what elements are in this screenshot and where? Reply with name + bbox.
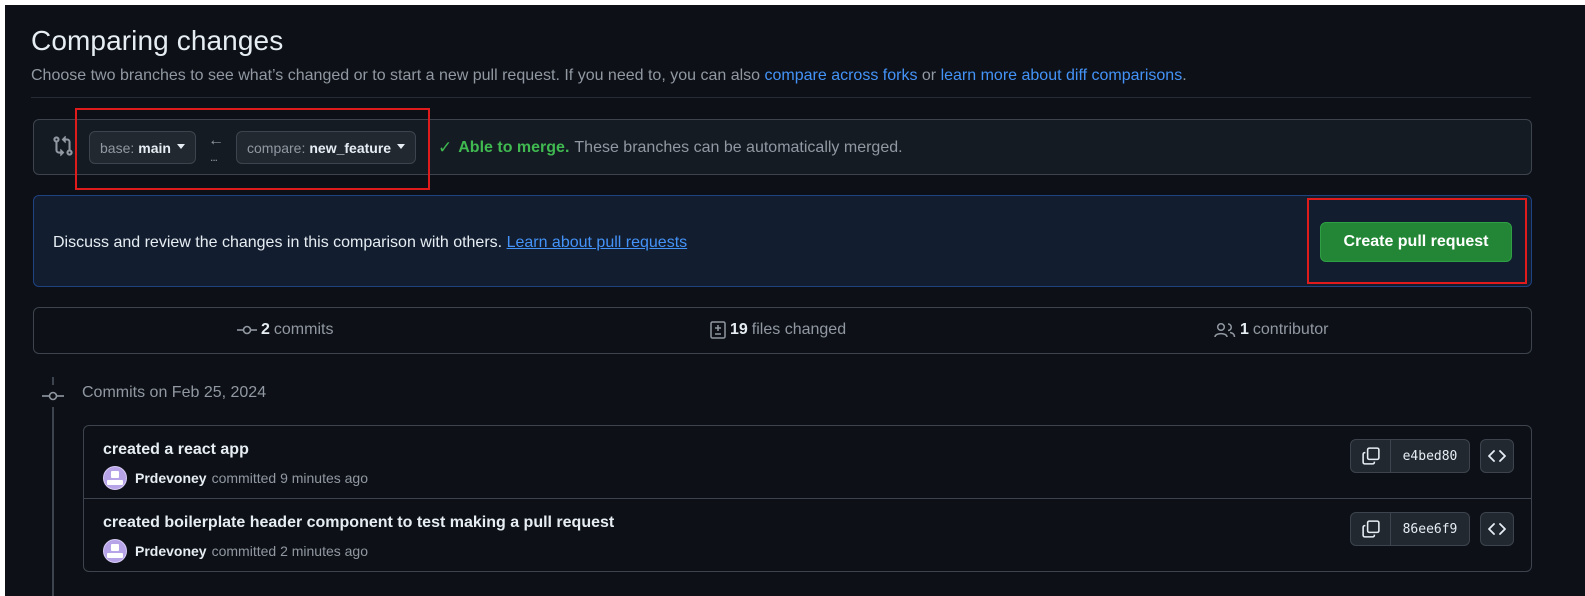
base-branch-button[interactable]: base: main [89,131,196,164]
commit-list: created a react app Prdevoney committed … [83,425,1532,572]
git-commit-icon [237,325,257,335]
copy-sha-button[interactable] [1351,440,1391,472]
copy-sha-button[interactable] [1351,513,1391,545]
diff-comparisons-link[interactable]: learn more about diff comparisons [941,67,1183,84]
commit-meta: Prdevoney committed 2 minutes ago [103,539,368,563]
sha-button-group: e4bed80 [1350,439,1470,473]
ellipsis-icon: ... [210,150,218,164]
flash-text: Discuss and review the changes in this c… [53,234,688,251]
author-link[interactable]: Prdevoney [135,470,207,486]
commit-row: created boilerplate header component to … [84,499,1531,572]
create-pull-request-button[interactable]: Create pull request [1320,222,1512,262]
commit-sha-link[interactable]: e4bed80 [1391,440,1469,472]
author-link[interactable]: Prdevoney [135,543,207,559]
commits-tab[interactable]: 2 commits [237,321,333,339]
copy-icon [1361,447,1380,465]
file-diff-icon [710,321,726,339]
code-icon [1488,523,1506,535]
contributors-tab[interactable]: 1 contributor [1214,321,1329,339]
people-icon [1214,322,1236,338]
browse-repo-button[interactable] [1480,439,1514,473]
commit-title-link[interactable]: created boilerplate header component to … [103,514,614,532]
copy-icon [1361,520,1380,538]
compare-page: Comparing changes Choose two branches to… [5,5,1585,596]
browse-repo-button[interactable] [1480,512,1514,546]
range-editor: base: main ← ... compare: new_feature ✓ … [33,119,1532,175]
arrow-left-icon: ← [208,132,224,149]
compare-forks-link[interactable]: compare across forks [765,67,918,84]
divider [31,97,1531,98]
pull-request-flash: Discuss and review the changes in this c… [33,195,1532,287]
caret-down-icon [176,144,185,149]
files-changed-tab[interactable]: 19 files changed [710,321,846,339]
merge-status: ✓ Able to merge. These branches can be a… [438,138,903,157]
compare-summary: 2 commits 19 files changed 1 contributor [33,307,1532,354]
avatar[interactable] [103,466,127,490]
timeline-line [52,377,54,596]
intro-text: Choose two branches to see what’s change… [31,67,1187,84]
code-icon [1488,450,1506,462]
page-title: Comparing changes [31,25,284,56]
caret-down-icon [397,144,406,149]
commit-meta: Prdevoney committed 9 minutes ago [103,466,368,490]
check-icon: ✓ [438,138,453,157]
sha-button-group: 86ee6f9 [1350,512,1470,546]
commit-sha-link[interactable]: 86ee6f9 [1391,513,1469,545]
avatar[interactable] [103,539,127,563]
git-compare-icon [53,135,73,157]
commits-date-heading: Commits on Feb 25, 2024 [82,384,267,401]
commit-title-link[interactable]: created a react app [103,441,249,459]
compare-branch-button[interactable]: compare: new_feature [236,131,417,164]
commit-row: created a react app Prdevoney committed … [84,426,1531,499]
git-commit-icon [42,385,64,407]
learn-pull-requests-link[interactable]: Learn about pull requests [507,234,688,251]
